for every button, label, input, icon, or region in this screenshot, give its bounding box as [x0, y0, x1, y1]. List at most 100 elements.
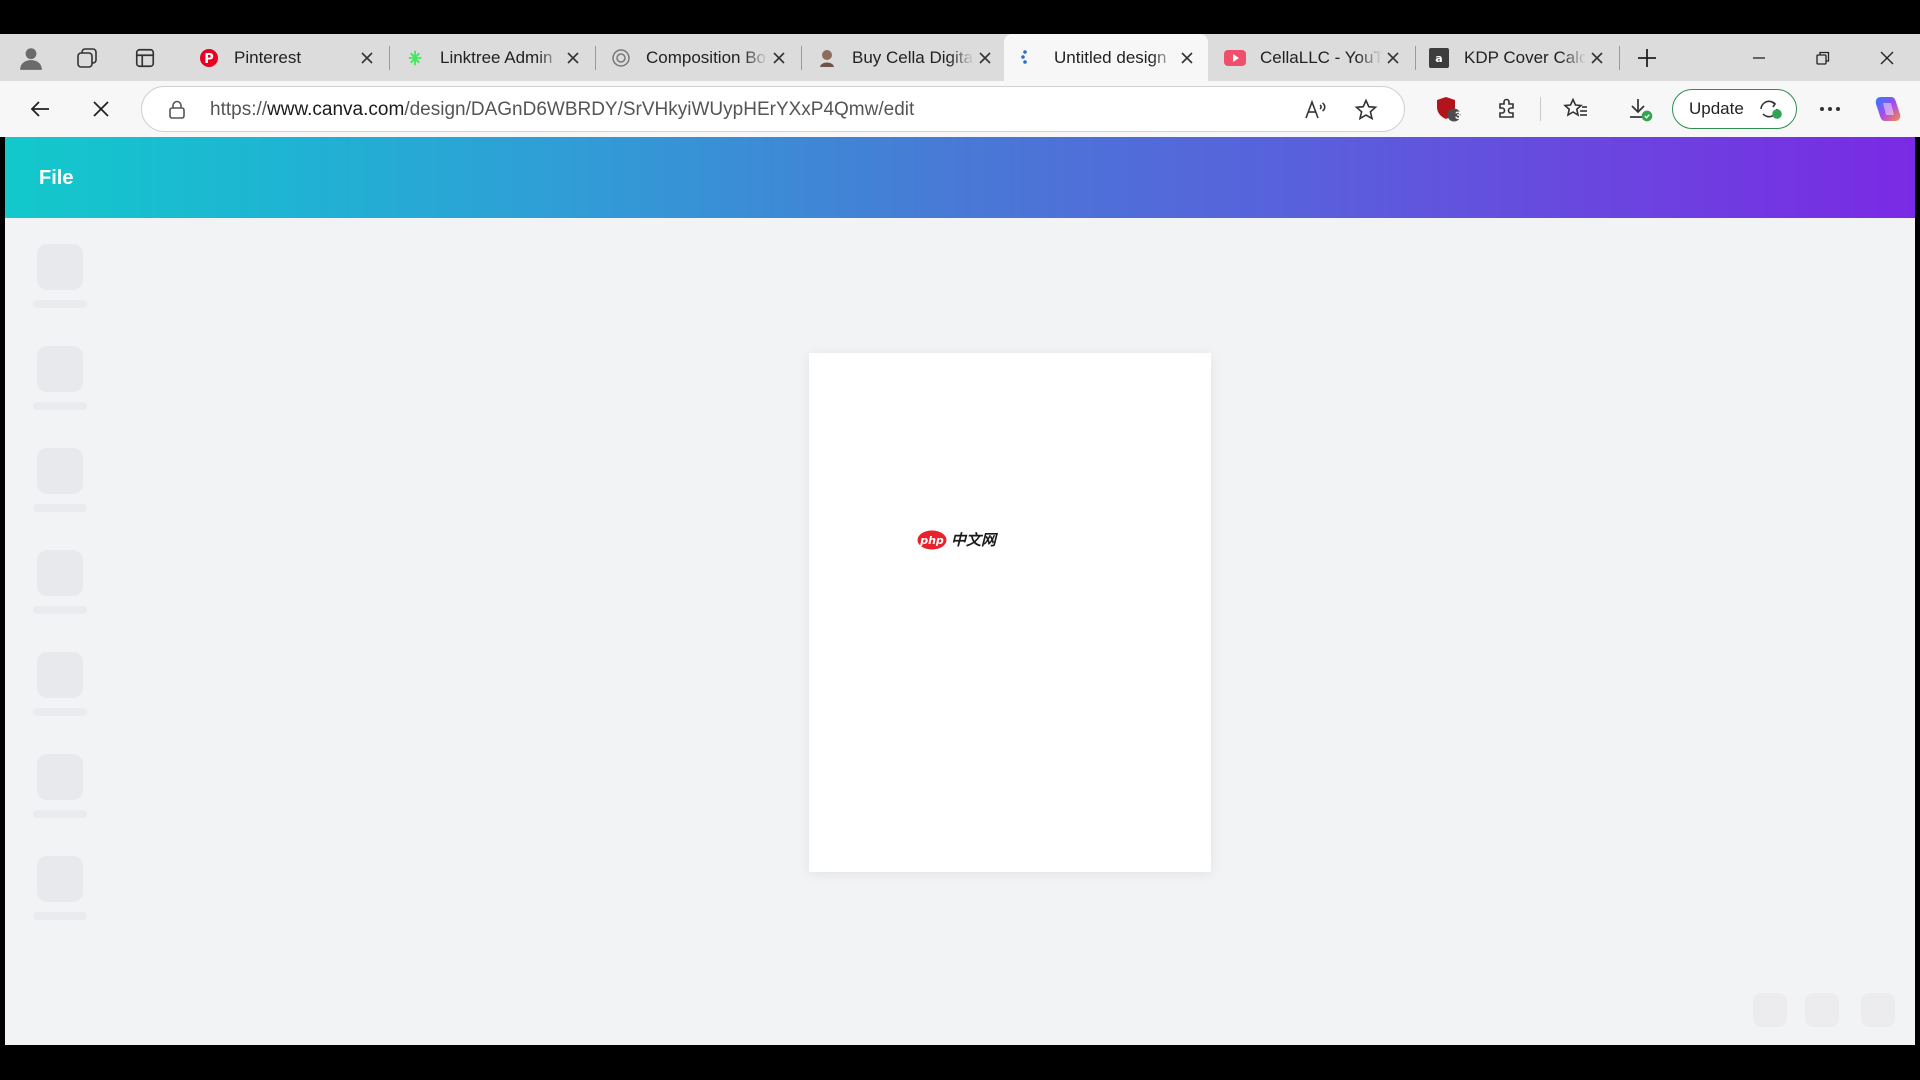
watermark-text: 中文网	[951, 532, 997, 549]
canva-header: File	[5, 137, 1915, 218]
update-sync-icon	[1760, 100, 1782, 119]
site-icon	[816, 47, 838, 69]
close-tab-icon[interactable]	[356, 47, 378, 69]
canva-editor: php 中文网	[5, 218, 1915, 1045]
side-panel-label-placeholder	[33, 810, 87, 818]
browser-tab-strip: P Pinterest Linktree Admin Composition B…	[0, 34, 1920, 81]
address-bar[interactable]: https://www.canva.com/design/DAGnD6WBRDY…	[141, 86, 1405, 132]
workspaces-button[interactable]	[64, 34, 110, 81]
svg-text:P: P	[204, 52, 214, 67]
minimize-button[interactable]	[1736, 34, 1782, 81]
globe-icon	[610, 47, 632, 69]
side-panel-label-placeholder	[33, 606, 87, 614]
tab-untitled-design[interactable]: Untitled design	[1004, 34, 1208, 81]
side-panel-placeholder	[37, 346, 83, 392]
update-label: Update	[1689, 99, 1744, 118]
browser-toolbar: https://www.canva.com/design/DAGnD6WBRDY…	[0, 81, 1920, 137]
read-aloud-button[interactable]	[1302, 96, 1330, 124]
extensions-button[interactable]	[1487, 89, 1527, 129]
youtube-icon	[1224, 47, 1246, 69]
tab-kdp-cover[interactable]: a KDP Cover Calc	[1414, 34, 1620, 81]
close-tab-icon[interactable]	[1382, 47, 1404, 69]
copilot-button[interactable]	[1868, 89, 1908, 129]
profile-icon	[20, 47, 42, 70]
lock-icon	[169, 100, 185, 119]
close-tab-icon[interactable]	[1176, 47, 1198, 69]
amazon-icon: a	[1428, 47, 1450, 69]
side-panel-placeholder	[37, 550, 83, 596]
side-panel-label-placeholder	[33, 504, 87, 512]
shield-extension-button[interactable]: 3	[1428, 89, 1468, 129]
tab-title: Linktree Admin	[440, 47, 553, 67]
read-aloud-icon	[1305, 99, 1326, 119]
stop-icon	[93, 101, 109, 117]
tab-buy-cella[interactable]: Buy Cella Digita	[802, 34, 1008, 81]
tab-title: CellaLLC - YouT	[1260, 47, 1382, 67]
php-logo-icon: php	[917, 530, 947, 549]
update-button[interactable]: Update	[1672, 89, 1797, 129]
tab-composition[interactable]: Composition Bo	[596, 34, 802, 81]
tab-title: Untitled design	[1054, 47, 1167, 67]
close-tab-icon[interactable]	[562, 47, 584, 69]
extension-badge: 3	[1454, 110, 1462, 122]
side-panel-label-placeholder	[33, 708, 87, 716]
toolbar-divider	[1540, 97, 1541, 121]
tab-title: Composition Bo	[646, 47, 767, 67]
close-icon	[1880, 51, 1894, 64]
zoom-control-placeholder	[1753, 993, 1787, 1027]
downloads-button[interactable]	[1620, 89, 1660, 129]
close-tab-icon[interactable]	[768, 47, 790, 69]
screen-top-bar	[0, 0, 1920, 34]
new-tab-button[interactable]	[1624, 34, 1670, 81]
side-panel-placeholder	[37, 856, 83, 902]
watermark: php 中文网	[917, 529, 996, 550]
linktree-icon	[404, 47, 426, 69]
tab-youtube[interactable]: CellaLLC - YouT	[1210, 34, 1416, 81]
minimize-icon	[1753, 56, 1765, 59]
tab-linktree[interactable]: Linktree Admin	[390, 34, 596, 81]
loading-icon	[1018, 47, 1040, 69]
svg-text:php: php	[919, 534, 944, 547]
download-icon	[1630, 99, 1653, 122]
back-arrow-icon	[30, 101, 49, 117]
side-panel-placeholder	[37, 652, 83, 698]
tab-pinterest[interactable]: P Pinterest	[184, 34, 390, 81]
favorites-icon	[1563, 97, 1587, 117]
back-button[interactable]	[20, 89, 60, 129]
side-panel-label-placeholder	[33, 300, 87, 308]
favorite-button[interactable]	[1352, 96, 1380, 124]
svg-text:a: a	[1435, 52, 1442, 65]
file-menu-button[interactable]: File	[39, 167, 73, 190]
favorites-button[interactable]	[1556, 89, 1596, 129]
more-menu-button[interactable]	[1810, 89, 1850, 129]
tab-title: KDP Cover Calc	[1464, 47, 1586, 67]
close-window-button[interactable]	[1864, 34, 1910, 81]
close-tab-icon[interactable]	[1586, 47, 1608, 69]
pages-control-placeholder	[1805, 993, 1839, 1027]
side-panel-label-placeholder	[33, 402, 87, 410]
vertical-tabs-button[interactable]	[122, 34, 168, 81]
plus-icon	[1638, 48, 1656, 67]
puzzle-icon	[1499, 98, 1514, 118]
tab-actions-icon	[135, 48, 155, 67]
side-panel-placeholder	[37, 754, 83, 800]
screen-bottom-bar	[0, 1045, 1920, 1080]
url-text: https://www.canva.com/design/DAGnD6WBRDY…	[210, 99, 915, 120]
copilot-icon	[1875, 97, 1901, 121]
stop-loading-button[interactable]	[81, 89, 121, 129]
fullscreen-control-placeholder	[1861, 993, 1895, 1027]
side-panel-placeholder	[37, 448, 83, 494]
restore-button[interactable]	[1800, 34, 1846, 81]
pinterest-icon: P	[198, 47, 220, 69]
close-tab-icon[interactable]	[974, 47, 996, 69]
star-icon	[1354, 98, 1378, 121]
side-panel-placeholder	[37, 244, 83, 290]
design-page[interactable]: php 中文网	[809, 353, 1211, 872]
profile-button[interactable]	[8, 34, 54, 81]
workspaces-icon	[77, 47, 97, 68]
more-dots-icon	[1820, 107, 1840, 111]
tab-title: Pinterest	[234, 47, 302, 67]
restore-icon	[1816, 51, 1830, 65]
side-panel-label-placeholder	[33, 912, 87, 920]
tab-title: Buy Cella Digita	[852, 47, 973, 67]
